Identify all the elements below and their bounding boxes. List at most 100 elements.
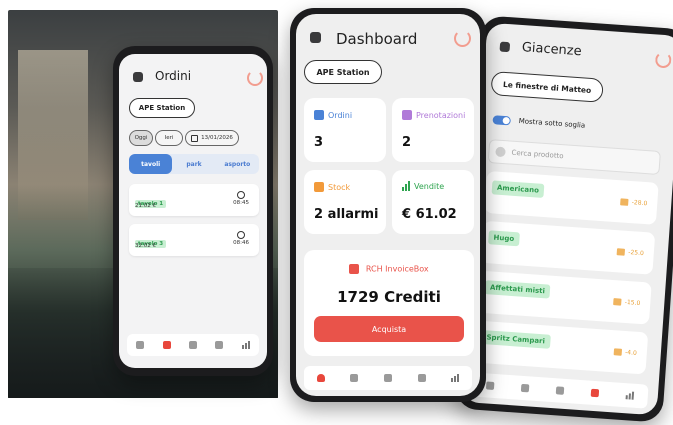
menu-icon[interactable] bbox=[310, 32, 321, 43]
card-vendite[interactable]: Vendite € 61.02 bbox=[392, 170, 474, 234]
order-type-tabs: tavoli park asporto bbox=[129, 154, 259, 174]
sales-icon[interactable] bbox=[241, 341, 250, 349]
orders-icon bbox=[314, 110, 324, 120]
item-qty: -28.0 bbox=[631, 199, 648, 208]
refresh-icon[interactable] bbox=[654, 51, 672, 69]
filter-yesterday[interactable]: Ieri bbox=[155, 130, 183, 146]
card-label: Prenotazioni bbox=[416, 110, 466, 120]
card-label: Ordini bbox=[328, 110, 353, 120]
order-amount: 21.02 € bbox=[135, 203, 156, 209]
invoicebox-card: RCH InvoiceBox 1729 Crediti Acquista bbox=[304, 250, 474, 356]
box-icon bbox=[620, 198, 630, 206]
menu-icon[interactable] bbox=[133, 72, 143, 82]
card-value: 3 bbox=[314, 135, 324, 150]
location-selector[interactable]: APE Station bbox=[129, 98, 195, 118]
stock-icon bbox=[314, 182, 324, 192]
giacenze-screen: Giacenze Le finestre di Matteo Mostra so… bbox=[460, 22, 673, 416]
bottom-nav bbox=[471, 372, 649, 409]
item-qty: -4.0 bbox=[624, 349, 638, 357]
item-name: Americano bbox=[491, 180, 545, 198]
tab-asporto[interactable]: asporto bbox=[216, 154, 259, 174]
dashboard-screen: Dashboard APE Station Ordini 3 Prenotazi… bbox=[296, 14, 480, 396]
page-title: Giacenze bbox=[521, 40, 583, 60]
menu-icon[interactable] bbox=[499, 41, 511, 53]
order-time: 08:46 bbox=[233, 240, 249, 246]
sales-icon bbox=[402, 180, 410, 191]
credits-value: 1729 Crediti bbox=[337, 288, 441, 306]
page-title: Ordini bbox=[155, 69, 192, 83]
phone-ordini: Ordini APE Station Oggi Ieri 13/01/2026 … bbox=[113, 46, 273, 376]
calendar-icon bbox=[191, 134, 199, 142]
location-selector[interactable]: Le finestre di Matteo bbox=[490, 71, 604, 103]
card-value: 2 allarmi bbox=[314, 207, 379, 222]
date-label: 13/01/2026 bbox=[201, 135, 233, 141]
card-label: Stock bbox=[328, 182, 351, 192]
card-stock[interactable]: Stock 2 allarmi bbox=[304, 170, 386, 234]
card-ordini[interactable]: Ordini 3 bbox=[304, 98, 386, 162]
calendar-icon[interactable] bbox=[188, 341, 197, 349]
order-card[interactable]: tavolo 1 21.02 € 08:45 bbox=[129, 184, 259, 216]
clock-icon bbox=[237, 231, 246, 239]
home-icon[interactable] bbox=[136, 341, 145, 349]
box-icon bbox=[613, 298, 623, 306]
box-icon bbox=[613, 348, 623, 356]
refresh-icon[interactable] bbox=[454, 30, 471, 47]
toggle-label: Mostra sotto soglia bbox=[518, 117, 586, 130]
card-value: € 61.02 bbox=[402, 207, 457, 222]
location-label: APE Station bbox=[138, 104, 186, 112]
filter-today[interactable]: Oggi bbox=[129, 130, 153, 146]
box-icon bbox=[617, 248, 626, 256]
stock-item[interactable]: Americano -28.0 bbox=[484, 170, 659, 225]
home-icon[interactable] bbox=[316, 374, 325, 382]
search-icon bbox=[495, 146, 506, 158]
orders-icon[interactable] bbox=[350, 374, 359, 382]
search-placeholder: Cerca prodotto bbox=[511, 148, 564, 161]
below-threshold-toggle[interactable] bbox=[492, 115, 512, 126]
page-title: Dashboard bbox=[336, 30, 418, 48]
stock-icon[interactable] bbox=[417, 374, 426, 382]
orders-icon[interactable] bbox=[162, 341, 171, 349]
date-picker[interactable]: 13/01/2026 bbox=[185, 130, 239, 146]
item-name: Affettati misti bbox=[484, 280, 551, 299]
refresh-icon[interactable] bbox=[247, 70, 263, 86]
tab-tavoli[interactable]: tavoli bbox=[129, 154, 173, 174]
item-qty: -15.0 bbox=[624, 298, 641, 307]
card-label: Vendite bbox=[414, 182, 445, 191]
calendar-icon[interactable] bbox=[555, 386, 565, 395]
home-icon[interactable] bbox=[485, 381, 495, 390]
order-amount: 32.02 € bbox=[135, 243, 156, 249]
card-prenotazioni[interactable]: Prenotazioni 2 bbox=[392, 98, 474, 162]
stock-icon[interactable] bbox=[590, 388, 600, 398]
calendar-icon[interactable] bbox=[383, 374, 392, 382]
order-time: 08:45 bbox=[233, 200, 249, 206]
filter-yesterday-label: Ieri bbox=[164, 135, 174, 141]
bottom-nav bbox=[127, 334, 259, 356]
stock-item[interactable]: Spritz Campari -4.0 bbox=[473, 320, 649, 375]
tab-park[interactable]: park bbox=[172, 154, 215, 174]
stock-item[interactable]: Hugo -25.0 bbox=[480, 220, 656, 275]
calendar-icon bbox=[402, 110, 412, 120]
item-qty: -25.0 bbox=[628, 249, 645, 258]
location-selector[interactable]: APE Station bbox=[304, 60, 382, 84]
card-value: 2 bbox=[402, 135, 412, 150]
sales-icon[interactable] bbox=[451, 374, 460, 382]
phone-dashboard: Dashboard APE Station Ordini 3 Prenotazi… bbox=[290, 8, 486, 402]
ordini-screen: Ordini APE Station Oggi Ieri 13/01/2026 … bbox=[119, 54, 267, 368]
invoice-icon bbox=[349, 264, 360, 274]
orders-icon[interactable] bbox=[520, 383, 530, 393]
location-label: APE Station bbox=[316, 67, 370, 77]
phone-giacenze: Giacenze Le finestre di Matteo Mostra so… bbox=[454, 15, 673, 423]
location-label: Le finestre di Matteo bbox=[502, 79, 592, 95]
clock-icon bbox=[237, 191, 246, 199]
buy-button-label: Acquista bbox=[371, 324, 407, 334]
stock-item[interactable]: Affettati misti -15.0 bbox=[477, 270, 652, 325]
invoice-label: RCH InvoiceBox bbox=[365, 264, 429, 274]
sales-icon[interactable] bbox=[625, 391, 635, 400]
stock-icon[interactable] bbox=[215, 341, 224, 349]
order-card[interactable]: tavolo 3 32.02 € 08:46 bbox=[129, 224, 259, 256]
bottom-nav bbox=[304, 366, 472, 390]
item-name: Hugo bbox=[488, 230, 520, 247]
filter-today-label: Oggi bbox=[134, 135, 148, 141]
buy-button[interactable]: Acquista bbox=[314, 316, 464, 342]
search-input[interactable]: Cerca prodotto bbox=[487, 139, 661, 175]
